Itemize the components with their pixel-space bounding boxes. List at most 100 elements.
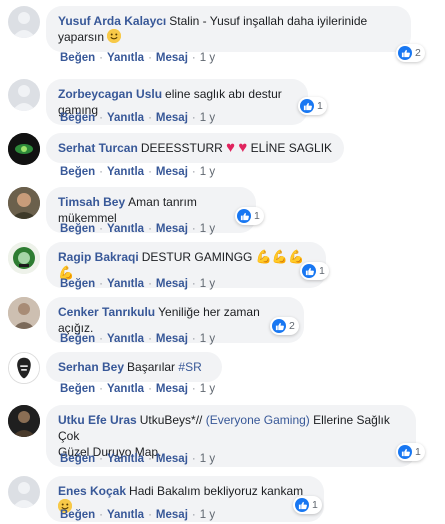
comment-author[interactable]: Enes Koçak: [58, 484, 126, 498]
avatar[interactable]: [8, 6, 40, 38]
reaction-number: 1: [317, 100, 323, 112]
avatar[interactable]: [8, 133, 40, 165]
separator: ·: [191, 166, 196, 178]
separator: ·: [191, 112, 196, 124]
separator: ·: [191, 52, 196, 64]
reply-button[interactable]: Yanıtla: [107, 383, 144, 395]
like-icon: [295, 498, 309, 512]
comment-time[interactable]: 1 y: [200, 278, 215, 290]
message-button[interactable]: Mesaj: [156, 509, 188, 521]
comment-author[interactable]: Cenker Tanrıkulu: [58, 305, 155, 319]
flexed-biceps-emoji-icon: 💪: [288, 249, 305, 264]
message-button[interactable]: Mesaj: [156, 453, 188, 465]
avatar[interactable]: [8, 79, 40, 111]
like-icon: [398, 46, 412, 60]
separator: ·: [191, 333, 196, 345]
separator: ·: [148, 453, 152, 465]
reply-button[interactable]: Yanıtla: [107, 453, 144, 465]
mention-link[interactable]: (Everyone Gaming): [206, 413, 310, 427]
reaction-number: 1: [254, 210, 260, 222]
comment-text: UtkuBeys*//: [139, 413, 203, 427]
like-button[interactable]: Beğen: [60, 333, 95, 345]
comment-time[interactable]: 1 y: [200, 52, 215, 64]
separator: ·: [99, 278, 103, 290]
comment-actions: Beğen · Yanıtla · Mesaj · 1 y: [60, 333, 215, 345]
reaction-count[interactable]: 2: [396, 44, 425, 62]
separator: ·: [99, 223, 103, 235]
comment-time[interactable]: 1 y: [200, 223, 215, 235]
like-button[interactable]: Beğen: [60, 453, 95, 465]
message-button[interactable]: Mesaj: [156, 383, 188, 395]
message-button[interactable]: Mesaj: [156, 166, 188, 178]
comment-bubble: Serhan Bey Başarılar #SR: [46, 352, 222, 382]
comment-author[interactable]: Timsah Bey: [58, 195, 125, 209]
flexed-biceps-emoji-icon: 💪: [255, 249, 272, 264]
avatar[interactable]: [8, 352, 40, 384]
avatar[interactable]: [8, 476, 40, 508]
comment-text: Hadi Bakalım bekliyoruz kankam: [129, 484, 304, 498]
reaction-count[interactable]: 1: [298, 97, 327, 115]
comment-time[interactable]: 1 y: [200, 383, 215, 395]
like-button[interactable]: Beğen: [60, 166, 95, 178]
comment-author[interactable]: Utku Efe Uras: [58, 413, 137, 427]
hashtag-link[interactable]: #SR: [178, 360, 201, 374]
message-button[interactable]: Mesaj: [156, 223, 188, 235]
avatar[interactable]: [8, 405, 40, 437]
like-button[interactable]: Beğen: [60, 278, 95, 290]
avatar[interactable]: [8, 297, 40, 329]
comment-actions: Beğen · Yanıtla · Mesaj · 1 y: [60, 509, 215, 521]
comment-time[interactable]: 1 y: [200, 166, 215, 178]
reply-button[interactable]: Yanıtla: [107, 509, 144, 521]
comment-author[interactable]: Serhat Turcan: [58, 141, 138, 155]
reply-button[interactable]: Yanıtla: [107, 333, 144, 345]
reaction-count[interactable]: 1: [293, 496, 322, 514]
reaction-count[interactable]: 1: [235, 207, 264, 225]
separator: ·: [191, 453, 196, 465]
message-button[interactable]: Mesaj: [156, 112, 188, 124]
like-button[interactable]: Beğen: [60, 112, 95, 124]
separator: ·: [99, 383, 103, 395]
comment-actions: Beğen · Yanıtla · Mesaj · 1 y: [60, 383, 215, 395]
reaction-number: 1: [319, 265, 325, 277]
comment-author[interactable]: Ragip Bakraqi: [58, 250, 139, 264]
reply-button[interactable]: Yanıtla: [107, 112, 144, 124]
avatar[interactable]: [8, 187, 40, 219]
comment-author[interactable]: Zorbeycagan Uslu: [58, 87, 162, 101]
separator: ·: [148, 166, 152, 178]
heart-emoji-icon: ♥: [226, 139, 236, 156]
like-button[interactable]: Beğen: [60, 383, 95, 395]
separator: ·: [148, 333, 152, 345]
comment-actions: Beğen · Yanıtla · Mesaj · 1 y: [60, 52, 215, 64]
like-button[interactable]: Beğen: [60, 223, 95, 235]
like-button[interactable]: Beğen: [60, 52, 95, 64]
reply-button[interactable]: Yanıtla: [107, 278, 144, 290]
like-icon: [272, 319, 286, 333]
separator: ·: [99, 453, 103, 465]
reaction-number: 1: [312, 499, 318, 511]
reaction-count[interactable]: 1: [396, 443, 425, 461]
reply-button[interactable]: Yanıtla: [107, 166, 144, 178]
comment-author[interactable]: Yusuf Arda Kalaycı: [58, 14, 166, 28]
comment-actions: Beğen · Yanıtla · Mesaj · 1 y: [60, 166, 215, 178]
reaction-count[interactable]: 1: [300, 262, 329, 280]
comment-time[interactable]: 1 y: [200, 453, 215, 465]
message-button[interactable]: Mesaj: [156, 333, 188, 345]
reply-button[interactable]: Yanıtla: [107, 223, 144, 235]
heart-emoji-icon: ♥: [238, 139, 248, 156]
comment-time[interactable]: 1 y: [200, 112, 215, 124]
like-button[interactable]: Beğen: [60, 509, 95, 521]
comment-time[interactable]: 1 y: [200, 509, 215, 521]
like-icon: [302, 264, 316, 278]
separator: ·: [99, 509, 103, 521]
reaction-count[interactable]: 2: [270, 317, 299, 335]
comment-actions: Beğen · Yanıtla · Mesaj · 1 y: [60, 112, 215, 124]
like-icon: [237, 209, 251, 223]
separator: ·: [191, 383, 196, 395]
like-icon: [300, 99, 314, 113]
reply-button[interactable]: Yanıtla: [107, 52, 144, 64]
comment-time[interactable]: 1 y: [200, 333, 215, 345]
comment-author[interactable]: Serhan Bey: [58, 360, 124, 374]
message-button[interactable]: Mesaj: [156, 52, 188, 64]
avatar[interactable]: [8, 242, 40, 274]
message-button[interactable]: Mesaj: [156, 278, 188, 290]
